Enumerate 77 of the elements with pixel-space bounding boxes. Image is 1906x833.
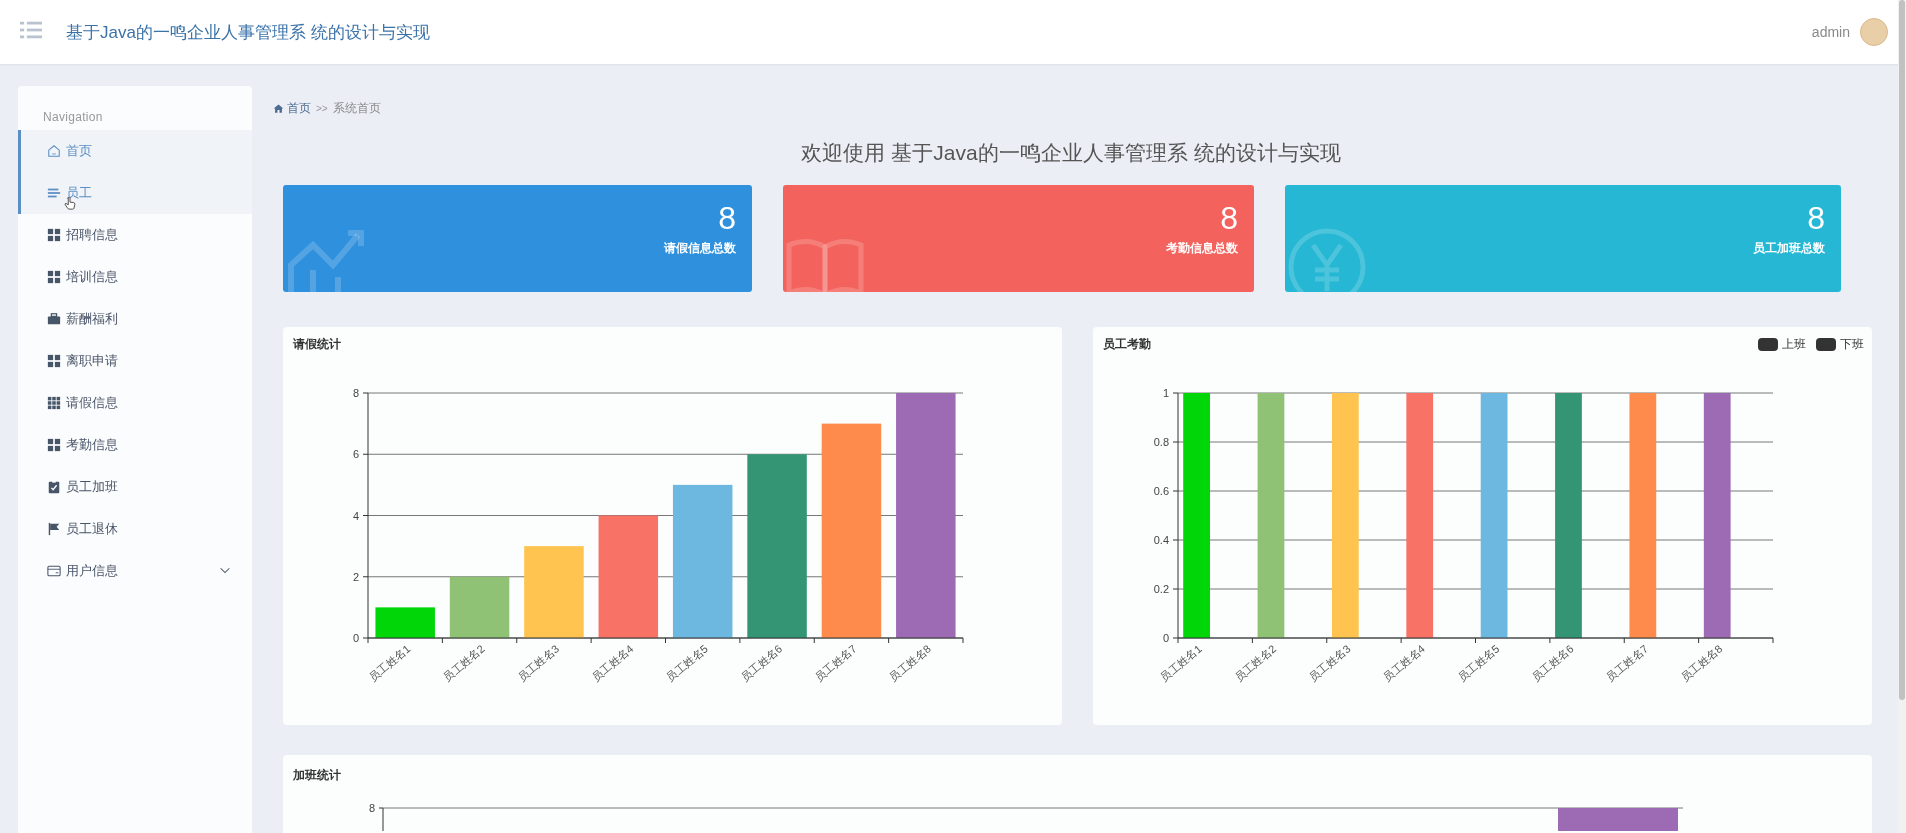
- axis-tick-label: 0.8: [1153, 436, 1169, 448]
- grid-icon: [47, 354, 61, 368]
- home-icon: [47, 144, 61, 158]
- axis-tick-label: 员工姓名6: [738, 642, 785, 684]
- axis-tick-label: 0: [352, 632, 359, 644]
- yen-icon: [1288, 228, 1366, 292]
- axis-tick-label: 员工姓名5: [1455, 642, 1502, 684]
- sidebar-item[interactable]: 请假信息: [18, 382, 252, 424]
- grid-icon: [47, 438, 61, 452]
- axis-tick-label: 0: [1162, 632, 1169, 644]
- briefcase-icon: [47, 312, 61, 326]
- stat-label: 员工加班总数: [1753, 240, 1825, 258]
- book-icon: [786, 238, 864, 292]
- legend-label[interactable]: 上班: [1782, 336, 1806, 353]
- grid-icon: [47, 270, 61, 284]
- menu-icon: [20, 19, 42, 41]
- grid-icon: [47, 228, 61, 242]
- axis-tick-label: 员工姓名4: [589, 642, 636, 684]
- axis-tick-label: 员工姓名8: [887, 642, 934, 684]
- y-axis: [378, 807, 384, 831]
- axis-tick-label: 0.6: [1153, 485, 1169, 497]
- axis-tick-label: 员工姓名1: [1157, 642, 1204, 684]
- axis-tick-label: 员工姓名2: [440, 642, 487, 684]
- sidebar-item[interactable]: 薪酬福利: [18, 298, 252, 340]
- breadcrumb-current: 系统首页: [332, 100, 381, 117]
- card-icon: [47, 564, 61, 578]
- scrollbar[interactable]: [1898, 0, 1906, 833]
- chart-title: 加班统计: [292, 767, 341, 784]
- legend-swatch[interactable]: [1758, 338, 1778, 351]
- legend-label[interactable]: 下班: [1840, 336, 1864, 353]
- axis-tick-label: 员工姓名4: [1380, 642, 1427, 684]
- axis-tick-label: 员工姓名8: [1678, 642, 1725, 684]
- sidebar-item[interactable]: 员工退休: [18, 508, 252, 550]
- welcome-title: 欢迎使用 基于Java的一鸣企业人事管理系 统的设计与实现: [800, 140, 1342, 166]
- axis-tick-label: 0.4: [1153, 534, 1169, 546]
- legend-swatch[interactable]: [1816, 338, 1836, 351]
- stat-label: 请假信息总数: [664, 240, 736, 258]
- axis-tick-label: 2: [352, 570, 359, 583]
- home-icon: [273, 103, 284, 114]
- nav-heading: Navigation: [42, 109, 104, 126]
- chart-title: 员工考勤: [1103, 336, 1151, 353]
- stat-value: 8: [1807, 201, 1825, 237]
- sidebar-item[interactable]: 用户信息: [18, 550, 252, 592]
- clipboard-check-icon: [47, 480, 61, 494]
- sidebar-item[interactable]: 招聘信息: [18, 214, 252, 256]
- sidebar-item[interactable]: 员工加班: [18, 466, 252, 508]
- sidebar-item[interactable]: 培训信息: [18, 256, 252, 298]
- axis-tick-label: 员工姓名3: [515, 642, 562, 684]
- chart-icon: [288, 230, 364, 292]
- app-title: 基于Java的一鸣企业人事管理系 统的设计与实现: [66, 21, 430, 44]
- axis-tick-label: 员工姓名3: [1306, 642, 1353, 684]
- flag-icon: [47, 522, 61, 536]
- grid-icon: [47, 396, 61, 410]
- stat-value: 8: [718, 201, 736, 237]
- axis-tick-label: 1: [1162, 387, 1169, 399]
- stat-value: 8: [1220, 201, 1238, 237]
- axis-tick-label: 8: [352, 387, 359, 399]
- stat-label: 考勤信息总数: [1166, 240, 1238, 258]
- breadcrumb-home-link[interactable]: 首页: [273, 100, 311, 117]
- axis-tick-label: 员工姓名5: [663, 642, 710, 684]
- breadcrumb-separator: >>: [316, 103, 328, 114]
- axis-tick-label: 0.2: [1153, 583, 1169, 595]
- sidebar-item[interactable]: 考勤信息: [18, 424, 252, 466]
- axis-tick-label: 员工姓名7: [812, 642, 859, 684]
- axis-tick-label: 4: [352, 509, 359, 522]
- axis-tick-label: 员工姓名6: [1529, 642, 1576, 684]
- sidebar-item[interactable]: 离职申请: [18, 340, 252, 382]
- axis-tick-label: 员工姓名1: [366, 642, 413, 684]
- list-icon: [47, 186, 61, 200]
- chart-title: 请假统计: [293, 336, 341, 353]
- axis-tick-label: 员工姓名7: [1604, 642, 1651, 684]
- axis-tick-label: 员工姓名2: [1232, 642, 1279, 684]
- axis-tick-label: 6: [352, 448, 359, 461]
- chart-bar: [375, 607, 435, 638]
- user-name[interactable]: admin: [1811, 24, 1850, 40]
- axis-tick-label: 8: [368, 802, 375, 814]
- chart-bar: [449, 576, 510, 638]
